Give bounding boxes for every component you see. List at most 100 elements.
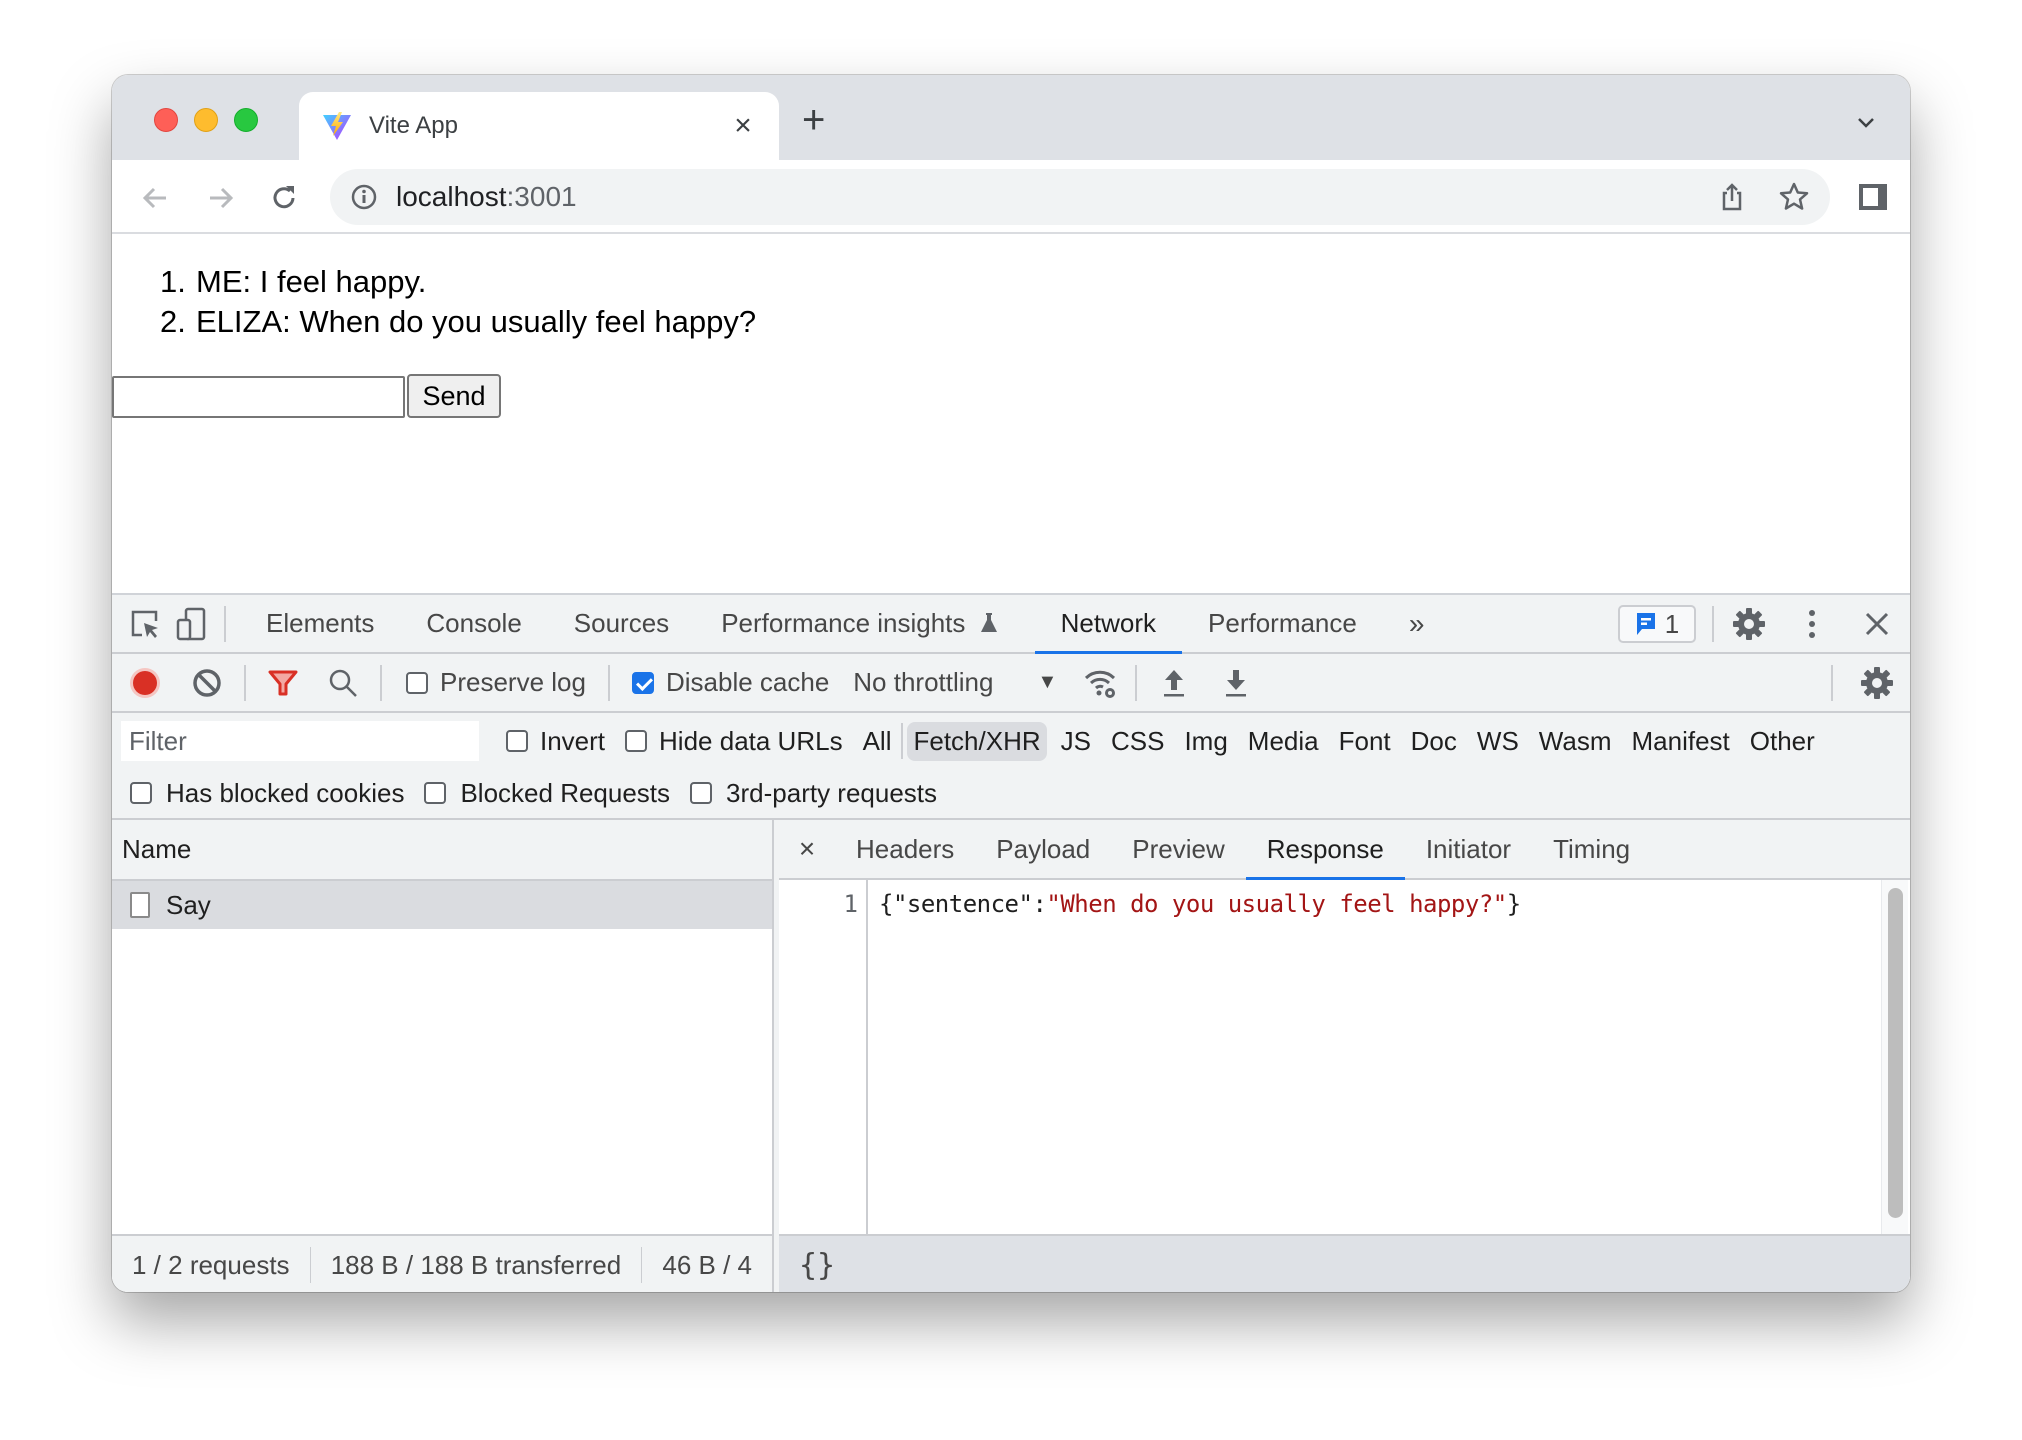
divider bbox=[1135, 664, 1138, 701]
bookmark-star-icon[interactable] bbox=[1778, 181, 1810, 213]
filter-input[interactable] bbox=[121, 721, 479, 761]
pretty-print-button[interactable]: {} bbox=[799, 1248, 835, 1283]
send-button[interactable]: Send bbox=[407, 374, 501, 418]
name-column-header[interactable]: Name bbox=[112, 820, 772, 881]
request-row[interactable]: Say bbox=[112, 881, 772, 929]
double-chevron-right-icon[interactable]: » bbox=[1383, 595, 1451, 652]
message-number: 1. bbox=[160, 264, 186, 299]
type-filter-js[interactable]: JS bbox=[1055, 722, 1097, 761]
record-icon[interactable] bbox=[128, 666, 162, 700]
tab-performance-insights[interactable]: Performance insights bbox=[695, 595, 1024, 652]
invert-label: Invert bbox=[540, 725, 606, 756]
message-text: ELIZA: When do you usually feel happy? bbox=[196, 304, 757, 339]
tab-initiator[interactable]: Initiator bbox=[1405, 820, 1532, 878]
gear-icon[interactable] bbox=[1732, 607, 1766, 641]
chevron-down-icon[interactable] bbox=[1854, 111, 1878, 135]
tab-preview[interactable]: Preview bbox=[1111, 820, 1245, 878]
type-filter-other[interactable]: Other bbox=[1744, 722, 1821, 761]
page-viewport: 1. ME: I feel happy. 2. ELIZA: When do y… bbox=[112, 234, 1910, 593]
inspect-element-icon[interactable] bbox=[128, 607, 162, 641]
address-bar[interactable]: localhost :3001 bbox=[330, 169, 1830, 225]
divider bbox=[224, 605, 226, 642]
third-party-requests-label: 3rd-party requests bbox=[726, 777, 938, 808]
message-icon bbox=[1636, 613, 1655, 635]
window-maximize-button[interactable] bbox=[234, 108, 258, 132]
plus-icon[interactable]: + bbox=[802, 100, 825, 140]
close-icon[interactable]: × bbox=[723, 111, 763, 141]
disable-cache-checkbox[interactable] bbox=[631, 671, 654, 694]
type-filter-wasm[interactable]: Wasm bbox=[1533, 722, 1618, 761]
type-filter-ws[interactable]: WS bbox=[1471, 722, 1525, 761]
divider bbox=[607, 664, 610, 701]
chat-message: 1. ME: I feel happy. bbox=[160, 262, 756, 302]
network-settings-gear-icon[interactable] bbox=[1860, 666, 1894, 700]
tab-console[interactable]: Console bbox=[400, 595, 547, 652]
tab-performance[interactable]: Performance bbox=[1182, 595, 1383, 652]
close-detail-icon[interactable]: × bbox=[779, 833, 835, 865]
type-filter-font[interactable]: Font bbox=[1333, 722, 1397, 761]
share-icon[interactable] bbox=[1716, 181, 1748, 213]
tab-elements[interactable]: Elements bbox=[240, 595, 400, 652]
browser-toolbar: localhost :3001 bbox=[112, 160, 1910, 234]
type-filter-doc[interactable]: Doc bbox=[1405, 722, 1463, 761]
dropdown-arrow-icon[interactable]: ▼ bbox=[1037, 671, 1057, 694]
import-har-icon[interactable] bbox=[1157, 666, 1191, 700]
preserve-log-label: Preserve log bbox=[440, 667, 586, 697]
filter-options-extra: Has blocked cookies Blocked Requests 3rd… bbox=[130, 773, 937, 813]
type-filter-manifest[interactable]: Manifest bbox=[1626, 722, 1736, 761]
filter-icon[interactable] bbox=[266, 666, 300, 700]
info-icon[interactable] bbox=[350, 183, 378, 211]
export-har-icon[interactable] bbox=[1219, 666, 1253, 700]
response-viewer[interactable]: 1 {"sentence":"When do you usually feel … bbox=[779, 880, 1910, 1234]
scrollbar-thumb[interactable] bbox=[1888, 888, 1903, 1218]
blocked-requests-checkbox[interactable] bbox=[424, 782, 447, 804]
arrow-right-icon[interactable] bbox=[204, 182, 236, 214]
tab-response[interactable]: Response bbox=[1245, 820, 1405, 880]
response-footer: {} bbox=[779, 1234, 1910, 1292]
message-input[interactable] bbox=[112, 376, 405, 418]
close-devtools-icon[interactable] bbox=[1860, 607, 1894, 641]
divider bbox=[1831, 665, 1833, 701]
reload-icon[interactable] bbox=[268, 182, 300, 214]
type-filter-all[interactable]: All bbox=[857, 722, 898, 761]
has-blocked-cookies-checkbox[interactable] bbox=[130, 782, 152, 804]
has-blocked-cookies-label: Has blocked cookies bbox=[166, 777, 405, 808]
clear-icon[interactable] bbox=[190, 666, 224, 700]
hide-data-urls-checkbox[interactable] bbox=[625, 730, 648, 752]
window-close-button[interactable] bbox=[154, 108, 178, 132]
third-party-requests-checkbox[interactable] bbox=[690, 782, 713, 804]
tab-payload[interactable]: Payload bbox=[975, 820, 1111, 878]
side-panel-icon[interactable] bbox=[1856, 180, 1890, 214]
browser-tab-active[interactable]: Vite App × bbox=[299, 92, 779, 160]
flask-icon bbox=[980, 613, 997, 632]
search-icon[interactable] bbox=[326, 666, 360, 700]
window-minimize-button[interactable] bbox=[194, 108, 218, 132]
tab-network[interactable]: Network bbox=[1034, 595, 1183, 654]
tab-timing[interactable]: Timing bbox=[1532, 820, 1651, 878]
devtools-panel: Elements Console Sources Performance ins… bbox=[112, 593, 1910, 1292]
type-filter-css[interactable]: CSS bbox=[1105, 722, 1170, 761]
preserve-log-checkbox[interactable] bbox=[406, 671, 428, 694]
json-suffix: } bbox=[1506, 890, 1521, 918]
tab-sources[interactable]: Sources bbox=[548, 595, 695, 652]
network-summary-bar: 1 / 2 requests 188 B / 188 B transferred… bbox=[112, 1234, 772, 1292]
type-filter-fetch-xhr[interactable]: Fetch/XHR bbox=[907, 721, 1047, 761]
tab-headers[interactable]: Headers bbox=[835, 820, 975, 878]
network-conditions-icon[interactable] bbox=[1083, 666, 1117, 700]
type-filter-img[interactable]: Img bbox=[1178, 722, 1233, 761]
throttling-select[interactable]: No throttling bbox=[853, 667, 993, 698]
arrow-left-icon[interactable] bbox=[140, 182, 172, 214]
divider bbox=[380, 664, 382, 701]
json-key: {"sentence": bbox=[879, 890, 1047, 918]
divider bbox=[244, 664, 246, 701]
detail-tab-bar: × Headers Payload Preview Response Initi… bbox=[779, 820, 1910, 880]
invert-checkbox[interactable] bbox=[506, 730, 528, 752]
request-name: Say bbox=[166, 889, 211, 920]
vertical-scrollbar[interactable] bbox=[1881, 880, 1908, 1234]
more-vertical-icon[interactable] bbox=[1795, 607, 1829, 641]
divider bbox=[901, 723, 904, 759]
issues-badge[interactable]: 1 bbox=[1618, 605, 1696, 643]
message-number: 2. bbox=[160, 304, 186, 339]
device-toolbar-icon[interactable] bbox=[174, 607, 208, 641]
type-filter-media[interactable]: Media bbox=[1242, 722, 1325, 761]
